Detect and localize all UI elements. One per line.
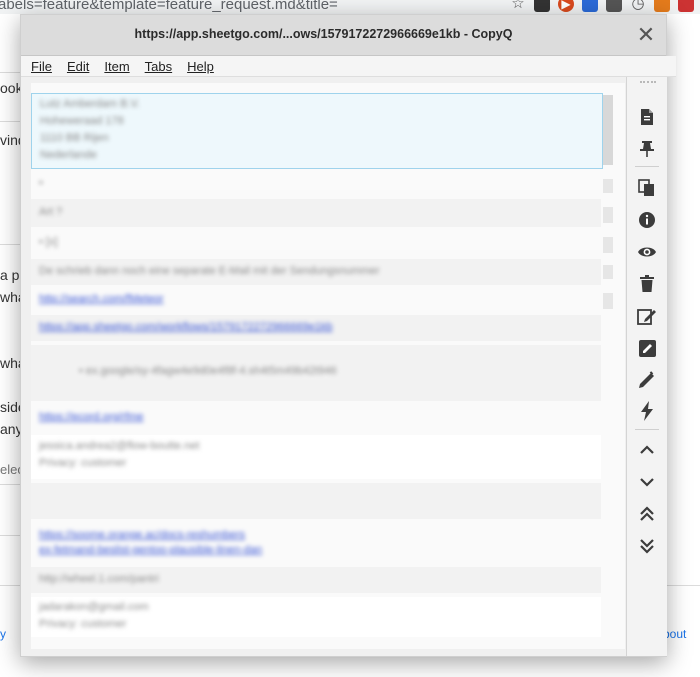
edit-icon[interactable]	[636, 305, 658, 327]
item-line: • [x]	[39, 236, 58, 248]
item-line: https://ecord.org/rfme	[39, 411, 144, 423]
menu-tabs[interactable]: Tabs	[145, 59, 172, 74]
clipboard-item-selected[interactable]: Lutz Amberdam B.V. Hoheweraad 178 1110 B…	[31, 93, 603, 169]
move-to-bottom-icon[interactable]	[636, 535, 658, 557]
extension-play-icon[interactable]: ▶	[558, 0, 574, 12]
extension-icon[interactable]	[534, 0, 550, 12]
rss-icon[interactable]	[654, 0, 670, 12]
menu-item[interactable]: Item	[104, 59, 129, 74]
extension-calendar-icon[interactable]	[582, 0, 598, 12]
pin-icon[interactable]	[636, 138, 658, 160]
item-line: • ex.google/sy-4fagw4e9d0e4f8f-4.sh4t5m4…	[79, 365, 337, 377]
item-line: http://search.com/fMeteor	[39, 293, 164, 305]
menu-edit[interactable]: Edit	[67, 59, 89, 74]
scrollbar-segment[interactable]	[603, 179, 613, 193]
scrollbar-segment[interactable]	[603, 207, 613, 223]
scrollbar-thumb[interactable]	[603, 95, 613, 165]
scrollbar-segment[interactable]	[603, 265, 613, 279]
copy-icon[interactable]	[636, 177, 658, 199]
scrollbar-segment[interactable]	[603, 237, 613, 253]
clipboard-item[interactable]: •	[31, 171, 601, 197]
scrollbar-segment[interactable]	[603, 293, 613, 309]
item-line: Art ?	[39, 206, 63, 218]
item-line: http://wheel.1.com/pantri	[39, 573, 159, 585]
clipboard-item[interactable]	[31, 483, 601, 519]
browser-url-text: abels=feature&template=feature_request.m…	[0, 0, 338, 13]
toolbar-grip[interactable]	[640, 81, 656, 85]
bookmark-star-icon[interactable]: ☆	[510, 0, 526, 12]
edit-external-icon[interactable]	[636, 369, 658, 391]
clock-icon[interactable]: ◷	[630, 0, 646, 12]
menu-file[interactable]: File	[31, 59, 52, 74]
item-toolbar	[626, 77, 667, 656]
info-icon[interactable]	[636, 209, 658, 231]
move-up-icon[interactable]	[636, 439, 658, 461]
clipboard-item[interactable]: https://soome.orange.ac/docs-reshumbers …	[31, 523, 601, 563]
item-line: Hoheweraad 178	[40, 115, 124, 127]
item-line: https://soome.orange.ac/docs-reshumbers	[39, 529, 246, 541]
clipboard-item[interactable]: http://search.com/fMeteor	[31, 287, 601, 313]
clipboard-item[interactable]: De schrieb dann noch eine separate E-Mai…	[31, 259, 601, 285]
item-line: jadarakon@gmail.com	[39, 601, 149, 613]
action-lightning-icon[interactable]	[636, 400, 658, 422]
bg-link-left[interactable]: y	[0, 627, 6, 641]
clipboard-item[interactable]: • ex.google/sy-4fagw4e9d0e4f8f-4.sh4t5m4…	[31, 345, 601, 401]
delete-icon[interactable]	[636, 273, 658, 295]
item-line: ex-fetmand-beslist-gentoo-plausible-line…	[39, 544, 263, 556]
clipboard-item-list[interactable]: Lutz Amberdam B.V. Hoheweraad 178 1110 B…	[31, 83, 625, 649]
clipboard-item[interactable]: http://wheel.1.com/pantri	[31, 567, 601, 593]
menu-bar: File Edit Item Tabs Help	[21, 56, 676, 77]
clipboard-item[interactable]: https://ecord.org/rfme	[31, 405, 601, 431]
menu-help[interactable]: Help	[187, 59, 214, 74]
extension-red-icon[interactable]	[678, 0, 694, 12]
item-line: 1110 BB Rijen	[40, 132, 109, 144]
edit-notes-icon[interactable]	[636, 337, 658, 359]
extension-puzzle-icon[interactable]	[606, 0, 622, 12]
window-titlebar[interactable]: https://app.sheetgo.com/...ows/157917227…	[21, 15, 666, 56]
preview-eye-icon[interactable]	[636, 241, 658, 263]
move-to-top-icon[interactable]	[636, 503, 658, 525]
item-line: jessica.andrea2@flow-boutte.net	[39, 440, 200, 452]
item-line: Nederlande	[40, 149, 97, 161]
window-title: https://app.sheetgo.com/...ows/157917227…	[134, 27, 513, 41]
clipboard-item[interactable]: • [x]	[31, 229, 601, 257]
clipboard-item[interactable]: Art ?	[31, 199, 601, 227]
item-line: Privacy: customer	[39, 618, 127, 630]
browser-url-bar[interactable]: abels=feature&template=feature_request.m…	[0, 0, 700, 14]
clipboard-item[interactable]: jessica.andrea2@flow-boutte.net Privacy:…	[31, 435, 601, 479]
copyq-window: https://app.sheetgo.com/...ows/157917227…	[20, 14, 676, 657]
clipboard-item[interactable]: https://app.sheetgo.com/workflows/157917…	[31, 315, 601, 341]
move-down-icon[interactable]	[636, 471, 658, 493]
item-line: Lutz Amberdam B.V.	[40, 98, 140, 110]
new-item-icon[interactable]	[636, 106, 658, 128]
bg-fragment: a p	[0, 267, 20, 283]
item-line: Privacy: customer	[39, 457, 127, 469]
item-line: De schrieb dann noch eine separate E-Mai…	[39, 265, 380, 277]
item-line: https://app.sheetgo.com/workflows/157917…	[39, 321, 333, 333]
browser-extension-icons: ☆ ▶ ◷	[510, 0, 694, 12]
item-line: •	[39, 177, 43, 189]
close-icon[interactable]: ✕	[636, 24, 656, 46]
clipboard-item[interactable]: jadarakon@gmail.com Privacy: customer	[31, 597, 601, 637]
